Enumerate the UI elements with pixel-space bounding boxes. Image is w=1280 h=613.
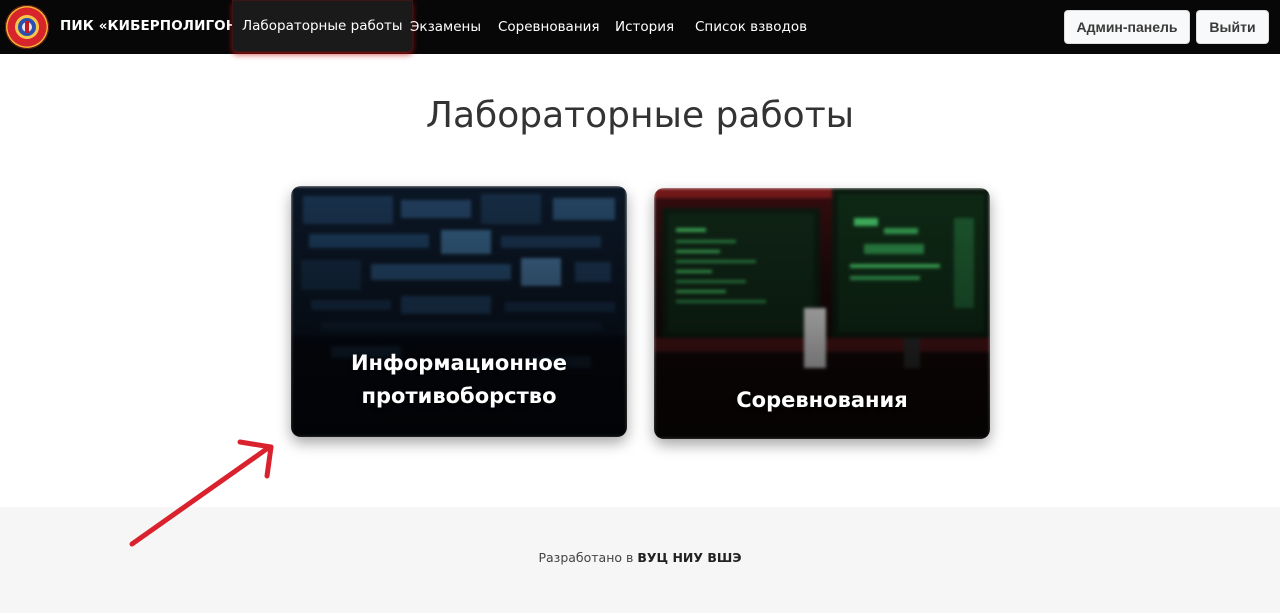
footer-org: ВУЦ НИУ ВШЭ — [637, 550, 742, 565]
footer-prefix: Разработано в — [538, 550, 638, 565]
card-label: Соревнования — [736, 388, 908, 412]
nav-item-history[interactable]: История — [615, 0, 674, 54]
nav-item-labs[interactable]: Лабораторные работы — [232, 0, 413, 52]
nav-item-competitions[interactable]: Соревнования — [498, 0, 600, 54]
nav-item-label: Список взводов — [695, 19, 808, 35]
brand-name[interactable]: ПИК «КИБЕРПОЛИГОН» — [60, 18, 246, 34]
logo-emblem-icon[interactable] — [5, 5, 49, 49]
nav-item-exams[interactable]: Экзамены — [410, 0, 481, 54]
nav-item-label: Лабораторные работы — [242, 18, 403, 34]
top-navbar: ПИК «КИБЕРПОЛИГОН» Лабораторные работы Э… — [0, 0, 1280, 54]
card-label-line-2: противоборство — [361, 384, 557, 408]
admin-panel-button[interactable]: Админ-панель — [1064, 10, 1190, 44]
nav-item-platoons[interactable]: Список взводов — [695, 0, 807, 54]
logout-button[interactable]: Выйти — [1196, 10, 1269, 44]
card-information-warfare[interactable]: Информационное противоборство — [291, 186, 627, 437]
page-title: Лабораторные работы — [425, 95, 855, 136]
footer: Разработано в ВУЦ НИУ ВШЭ — [0, 507, 1280, 613]
nav-item-label: История — [615, 19, 675, 35]
card-label-line-1: Информационное — [350, 351, 568, 375]
footer-credit: Разработано в ВУЦ НИУ ВШЭ — [0, 550, 1280, 565]
card-label: Информационное противоборство — [291, 347, 627, 413]
card-competitions[interactable]: Соревнования — [654, 188, 990, 439]
nav-item-label: Соревнования — [498, 19, 600, 35]
nav-item-label: Экзамены — [410, 19, 482, 35]
